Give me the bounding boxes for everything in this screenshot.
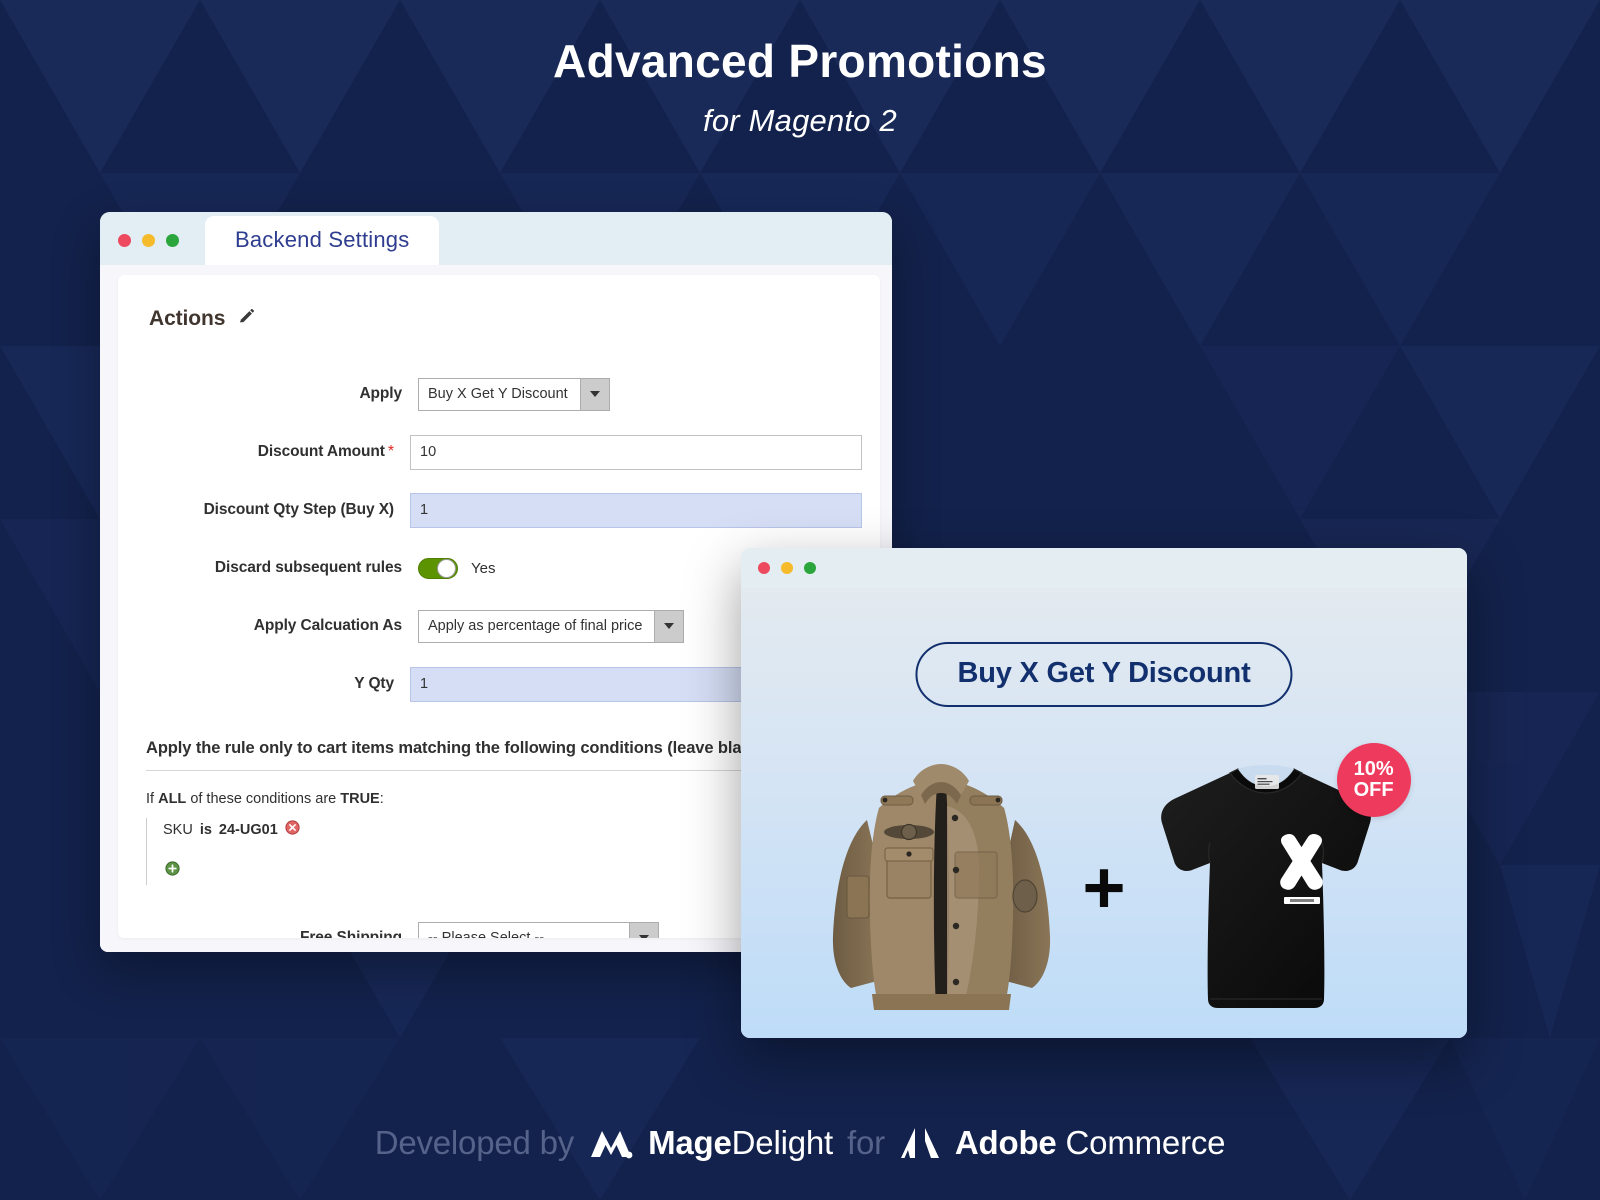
apply-label: Apply	[359, 385, 402, 402]
maximize-window-icon[interactable]	[166, 234, 179, 247]
tab-backend-settings[interactable]: Backend Settings	[205, 216, 440, 265]
actions-section-header: Actions	[149, 307, 862, 331]
free-shipping-select[interactable]: -- Please Select --	[418, 921, 659, 938]
adobe-logo-icon	[899, 1124, 941, 1162]
required-marker: *	[387, 443, 394, 460]
footer-delight: Delight	[731, 1124, 834, 1161]
intro-colon: :	[379, 791, 384, 807]
pencil-icon[interactable]	[238, 308, 255, 330]
condition-value[interactable]: 24-UG01	[219, 822, 278, 838]
free-shipping-value: -- Please Select --	[428, 930, 545, 938]
intro-true-keyword[interactable]: TRUE	[340, 791, 379, 807]
discount-qty-step-label: Discount Qty Step (Buy X)	[203, 501, 395, 518]
apply-calculation-as-label: Apply Calcuation As	[253, 617, 402, 634]
traffic-lights	[758, 562, 816, 574]
window-tab-bar: Backend Settings	[100, 212, 892, 265]
footer-for: for	[846, 1124, 885, 1161]
minimize-window-icon[interactable]	[142, 234, 155, 247]
intro-prefix: If	[146, 791, 155, 807]
close-window-icon[interactable]	[118, 234, 131, 247]
magedelight-logo-icon	[588, 1124, 634, 1162]
apply-select-value: Buy X Get Y Discount	[428, 386, 568, 402]
discard-subsequent-rules-toggle[interactable]	[418, 557, 458, 579]
footer-magedelight: MageDelight	[648, 1124, 833, 1162]
showcase-body: Buy X Get Y Discount + 10% OFF	[741, 588, 1467, 1038]
intro-all-keyword[interactable]: ALL	[158, 791, 186, 807]
page-header: Advanced Promotions for Magento 2	[0, 0, 1600, 139]
footer: Developed by MageDelight for Adobe Comme…	[0, 1124, 1600, 1162]
product-tshirt: 10% OFF	[1144, 742, 1411, 1020]
condition-attribute[interactable]: SKU	[163, 822, 193, 838]
discount-qty-step-input[interactable]: 1	[410, 492, 862, 528]
discount-amount-label: Discount Amount *	[257, 443, 394, 460]
showcase-tab-bar	[741, 548, 1467, 588]
maximize-window-icon[interactable]	[804, 562, 816, 574]
discount-amount-input[interactable]: 10	[410, 434, 862, 470]
products-row: + 10% OFF	[741, 742, 1467, 1033]
footer-adobe-commerce: Adobe Commerce	[954, 1124, 1226, 1162]
discount-badge: 10% OFF	[1336, 742, 1411, 817]
y-qty-label: Y Qty	[354, 675, 394, 692]
page-subtitle: for Magento 2	[703, 102, 897, 138]
plus-separator: +	[1082, 846, 1126, 930]
form-row-discount-qty-step: Discount Qty Step (Buy X) 1	[146, 481, 862, 539]
form-row-apply: Apply Buy X Get Y Discount	[146, 365, 862, 423]
chevron-down-icon[interactable]	[579, 378, 609, 410]
apply-calculation-as-select[interactable]: Apply as percentage of final price	[418, 609, 685, 643]
discount-badge-percent: 10%	[1353, 758, 1394, 781]
close-window-icon[interactable]	[758, 562, 770, 574]
form-row-discount-amount: Discount Amount * 10	[146, 423, 862, 481]
product-showcase-window: Buy X Get Y Discount + 10% OFF	[741, 548, 1467, 1038]
chevron-down-icon[interactable]	[654, 610, 684, 642]
discard-subsequent-rules-label: Discard subsequent rules	[214, 559, 402, 576]
toggle-knob	[437, 558, 456, 578]
section-title: Actions	[149, 307, 226, 330]
condition-operator[interactable]: is	[200, 822, 212, 838]
apply-calculation-as-value: Apply as percentage of final price	[428, 618, 643, 634]
jacket-image	[833, 764, 1051, 1010]
intro-middle: of these conditions are	[190, 791, 337, 807]
discount-badge-off: OFF	[1353, 778, 1394, 801]
free-shipping-label: Free Shipping	[299, 929, 402, 938]
traffic-lights	[118, 234, 179, 247]
promo-badge-label: Buy X Get Y Discount	[915, 642, 1293, 707]
page-title: Advanced Promotions	[553, 35, 1047, 87]
discard-subsequent-rules-value: Yes	[471, 559, 496, 577]
chevron-down-icon[interactable]	[629, 922, 658, 938]
apply-select[interactable]: Buy X Get Y Discount	[418, 377, 610, 411]
remove-condition-icon[interactable]	[285, 820, 300, 839]
footer-commerce: Commerce	[1065, 1124, 1226, 1161]
add-condition-icon[interactable]	[165, 861, 180, 881]
product-jacket	[819, 748, 1064, 1028]
footer-mage: Mage	[648, 1124, 732, 1161]
footer-adobe: Adobe	[954, 1124, 1057, 1161]
footer-developed-by: Developed by	[374, 1124, 575, 1161]
minimize-window-icon[interactable]	[781, 562, 793, 574]
